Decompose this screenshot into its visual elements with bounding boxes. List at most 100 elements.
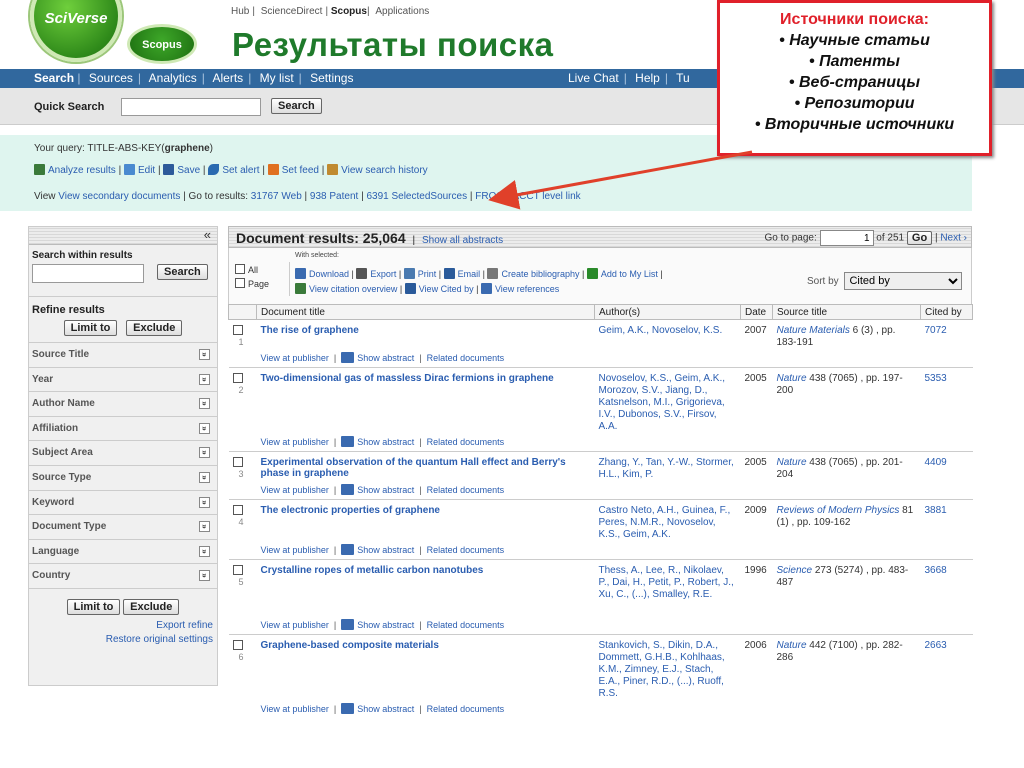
authors-link[interactable]: Thess, A., Lee, R., Nikolaev, P., Dai, H… — [599, 565, 737, 601]
facet-country[interactable]: Country » — [29, 563, 217, 588]
restore-settings-link[interactable]: Restore original settings — [106, 634, 213, 645]
bibliography-link[interactable]: Create bibliography — [501, 269, 579, 279]
facet-source-type[interactable]: Source Type » — [29, 464, 217, 490]
nav-tutorials[interactable]: Tu — [676, 71, 690, 85]
select-page-checkbox[interactable] — [235, 278, 245, 288]
row-checkbox[interactable] — [232, 639, 243, 650]
related-documents-link[interactable]: Related documents — [427, 545, 505, 555]
cited-by-count[interactable]: 4409 — [925, 457, 947, 468]
view-cited-by-link[interactable]: View Cited by — [419, 284, 474, 294]
page-number-input[interactable] — [819, 230, 874, 246]
document-title-link[interactable]: Crystalline ropes of metallic carbon nan… — [261, 565, 484, 576]
web-results-link[interactable]: 31767 Web — [251, 191, 302, 202]
chevron-down-icon[interactable]: » — [199, 422, 210, 434]
edit-link[interactable]: Edit — [138, 165, 155, 176]
col-source[interactable]: Source title — [772, 304, 921, 320]
view-at-publisher-link[interactable]: View at publisher — [261, 545, 329, 555]
cited-by-count[interactable]: 2663 — [925, 640, 947, 651]
source-title-link[interactable]: Nature — [777, 640, 807, 651]
show-abstract-link[interactable]: Show abstract — [357, 437, 414, 447]
add-to-list-link[interactable]: Add to My List — [601, 269, 658, 279]
row-checkbox[interactable] — [232, 373, 243, 383]
view-references-link[interactable]: View references — [495, 284, 559, 294]
facet-document-type[interactable]: Document Type » — [29, 514, 217, 539]
row-checkbox[interactable] — [232, 457, 243, 467]
cited-by-count[interactable]: 5353 — [925, 373, 947, 384]
sort-select[interactable]: Cited by — [844, 272, 963, 290]
view-at-publisher-link[interactable]: View at publisher — [261, 353, 329, 363]
facet-year[interactable]: Year » — [29, 366, 217, 392]
secondary-documents-link[interactable]: View secondary documents — [58, 191, 180, 202]
authors-link[interactable]: Zhang, Y., Tan, Y.-W., Stormer, H.L., Ki… — [599, 457, 737, 481]
authors-link[interactable]: Novoselov, K.S., Geim, A.K., Morozov, S.… — [599, 373, 737, 433]
nav-help[interactable]: Help — [635, 71, 660, 85]
col-cited[interactable]: Cited by — [920, 304, 973, 320]
chevron-down-icon[interactable]: » — [199, 447, 210, 459]
sciverse-logo[interactable]: SciVerse — [30, 0, 122, 62]
search-history-link[interactable]: View search history — [341, 165, 428, 176]
col-authors[interactable]: Author(s) — [594, 304, 741, 320]
nav-alerts[interactable]: Alerts — [213, 71, 244, 85]
document-title-link[interactable]: Two-dimensional gas of massless Dirac fe… — [261, 373, 554, 384]
facet-source-title[interactable]: Source Title » — [29, 342, 217, 367]
selected-sources-link[interactable]: 6391 SelectedSources — [366, 191, 467, 202]
cited-by-count[interactable]: 3881 — [925, 505, 947, 516]
row-checkbox[interactable] — [232, 565, 243, 575]
chevron-down-icon[interactable]: » — [199, 545, 210, 557]
authors-link[interactable]: Geim, A.K., Novoselov, K.S. — [599, 325, 737, 337]
exclude-button-bottom[interactable]: Exclude — [123, 598, 180, 615]
limit-to-button[interactable]: Limit to — [63, 320, 118, 336]
view-at-publisher-link[interactable]: View at publisher — [261, 620, 329, 630]
show-abstract-link[interactable]: Show abstract — [357, 485, 414, 495]
related-documents-link[interactable]: Related documents — [427, 485, 505, 495]
show-abstract-link[interactable]: Show abstract — [357, 353, 414, 363]
topnav-scopus[interactable]: Scopus — [331, 6, 367, 17]
row-checkbox[interactable] — [232, 505, 243, 515]
topnav-applications[interactable]: Applications — [375, 6, 429, 17]
source-title-link[interactable]: Nature — [777, 457, 807, 468]
chevron-down-icon[interactable]: » — [199, 373, 210, 385]
export-refine-link[interactable]: Export refine — [156, 620, 213, 631]
show-abstract-link[interactable]: Show abstract — [357, 704, 414, 714]
chevron-down-icon[interactable]: » — [199, 349, 210, 360]
export-link[interactable]: Export — [370, 269, 396, 279]
search-within-button[interactable]: Search — [157, 264, 208, 280]
chevron-down-icon[interactable]: » — [199, 570, 210, 582]
facet-keyword[interactable]: Keyword » — [29, 489, 217, 515]
exclude-button[interactable]: Exclude — [126, 320, 183, 336]
topnav-hub[interactable]: Hub — [231, 6, 249, 17]
related-documents-link[interactable]: Related documents — [427, 620, 505, 630]
nav-live-chat[interactable]: Live Chat — [568, 71, 619, 85]
set-feed-link[interactable]: Set feed — [282, 165, 319, 176]
save-link[interactable]: Save — [177, 165, 200, 176]
sidebar-collapse[interactable]: « — [29, 227, 217, 245]
source-title-link[interactable]: Nature — [777, 373, 807, 384]
print-link[interactable]: Print — [418, 269, 437, 279]
authors-link[interactable]: Stankovich, S., Dikin, D.A., Dommett, G.… — [599, 640, 737, 700]
chevron-down-icon[interactable]: » — [199, 471, 210, 483]
document-title-link[interactable]: The electronic properties of graphene — [261, 505, 440, 516]
limit-to-button-bottom[interactable]: Limit to — [66, 598, 121, 615]
show-all-abstracts-link[interactable]: Show all abstracts — [422, 235, 503, 246]
show-abstract-link[interactable]: Show abstract — [357, 545, 414, 555]
view-at-publisher-link[interactable]: View at publisher — [261, 704, 329, 714]
col-title[interactable]: Document title — [256, 304, 595, 320]
nav-sources[interactable]: Sources — [89, 71, 133, 85]
email-link[interactable]: Email — [458, 269, 481, 279]
topnav-sciencedirect[interactable]: ScienceDirect — [261, 6, 323, 17]
facet-author-name[interactable]: Author Name » — [29, 391, 217, 416]
related-documents-link[interactable]: Related documents — [427, 437, 505, 447]
view-at-publisher-link[interactable]: View at publisher — [261, 485, 329, 495]
search-within-input[interactable] — [32, 264, 144, 283]
cited-by-count[interactable]: 3668 — [925, 565, 947, 576]
facet-subject-area[interactable]: Subject Area » — [29, 440, 217, 465]
document-title-link[interactable]: The rise of graphene — [261, 325, 359, 336]
view-at-publisher-link[interactable]: View at publisher — [261, 437, 329, 447]
col-date[interactable]: Date — [740, 304, 773, 320]
select-all-checkbox[interactable] — [235, 264, 245, 274]
quick-search-input[interactable] — [121, 98, 261, 116]
authors-link[interactable]: Castro Neto, A.H., Guinea, F., Peres, N.… — [599, 505, 737, 541]
patent-results-link[interactable]: 938 Patent — [310, 191, 358, 202]
nav-search[interactable]: Search — [34, 71, 74, 85]
document-title-link[interactable]: Experimental observation of the quantum … — [261, 457, 566, 479]
